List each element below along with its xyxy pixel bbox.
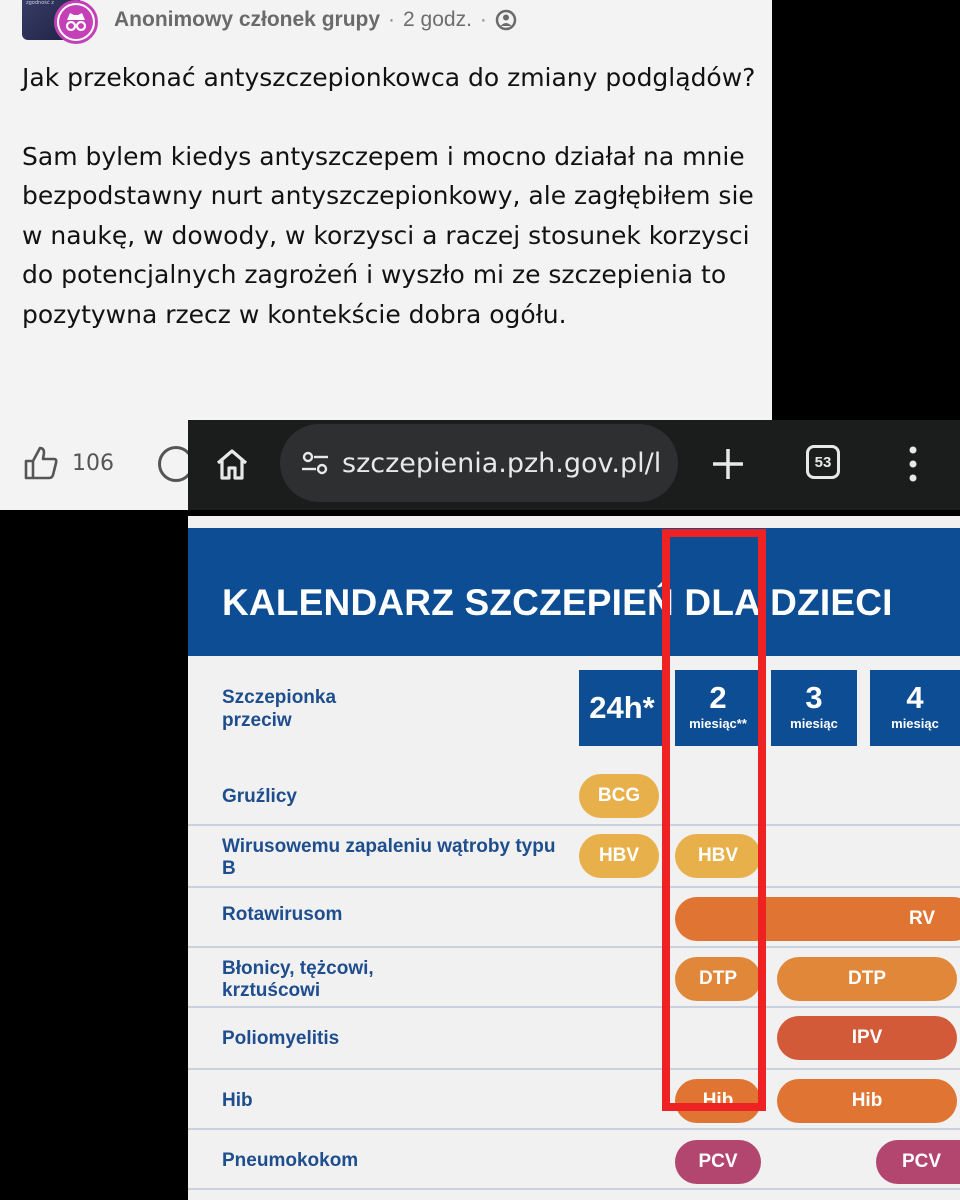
age-unit: miesiąc <box>891 716 939 731</box>
vaccine-pill-dtp-3m: DTP <box>777 957 957 1001</box>
browser-screenshot: szczepienia.pzh.gov.pl/l 53 KALENDARZ SZ… <box>188 420 960 1200</box>
red-highlight-box <box>662 529 766 1111</box>
group-thumbnail-text: zgodność z <box>26 0 54 6</box>
age-column-24h: 24h* <box>579 670 665 746</box>
plus-icon[interactable] <box>708 444 748 484</box>
row-divider <box>188 946 960 948</box>
vaccine-pill-pcv-4m: PCV <box>876 1140 960 1184</box>
row-divider <box>188 1128 960 1130</box>
column-header-label: Szczepionka przeciw <box>222 687 337 731</box>
post-text: Jak przekonać antyszczepionkowca do zmia… <box>22 58 762 373</box>
row-label-polio: Poliomyelitis <box>222 1028 340 1049</box>
separator-dot: · <box>479 8 487 31</box>
thumbs-up-icon <box>24 446 58 480</box>
row-label-hbv: Wirusowemu zapaleniu wątroby typu B <box>222 836 556 879</box>
vaccine-pill-bcg: BCG <box>579 774 659 818</box>
row-divider <box>188 1006 960 1008</box>
age-number: 24h* <box>589 690 655 725</box>
row-label-dtp: Błonicy, tężcowi, krztuścowi <box>222 958 374 1001</box>
vaccine-pill-hib-3m: Hib <box>777 1079 957 1123</box>
row-divider <box>188 1188 960 1190</box>
address-bar[interactable]: szczepienia.pzh.gov.pl/l <box>280 424 678 502</box>
post-header: Anonimowy członek grupy · 2 godz. · <box>114 8 517 32</box>
anonymous-avatar[interactable] <box>54 0 98 44</box>
age-unit: miesiąc <box>790 716 838 731</box>
like-count: 106 <box>72 450 114 476</box>
url-text[interactable]: szczepienia.pzh.gov.pl/l <box>342 448 662 479</box>
globe-icon[interactable] <box>495 9 517 31</box>
like-button[interactable]: 106 <box>22 444 114 482</box>
vaccine-pill-pcv-2m: PCV <box>675 1140 761 1184</box>
calendar-title: KALENDARZ SZCZEPIEŃ DLA DZIECI <box>222 582 893 623</box>
post-author[interactable]: Anonimowy członek grupy <box>114 8 380 32</box>
row-label-hib: Hib <box>222 1090 253 1111</box>
row-divider <box>188 824 960 826</box>
age-number: 3 <box>805 680 823 715</box>
separator-dot: · <box>388 8 396 31</box>
vaccine-pill-hbv-24h: HBV <box>579 834 659 878</box>
row-label-rotawirusom: Rotawirusom <box>222 904 343 925</box>
row-label-gruzlicy: Gruźlicy <box>222 786 297 807</box>
post-body-text: Sam bylem kiedys antyszczepem i mocno dz… <box>22 141 754 329</box>
tabs-icon[interactable]: 53 <box>806 445 840 479</box>
more-vert-icon[interactable] <box>902 444 924 484</box>
browser-toolbar: szczepienia.pzh.gov.pl/l 53 <box>188 420 960 510</box>
row-divider <box>188 886 960 888</box>
age-column-3: 3 miesiąc <box>771 670 857 746</box>
tab-count: 53 <box>814 453 832 471</box>
site-settings-icon[interactable] <box>300 449 330 477</box>
incognito-icon <box>59 5 93 39</box>
age-number: 4 <box>906 680 924 715</box>
home-icon[interactable] <box>214 446 250 482</box>
vaccine-pill-ipv: IPV <box>777 1016 957 1060</box>
age-column-4: 4 miesiąc <box>870 670 960 746</box>
post-time[interactable]: 2 godz. <box>403 8 472 32</box>
row-label-pneumokokom: Pneumokokom <box>222 1150 359 1171</box>
web-page: KALENDARZ SZCZEPIEŃ DLA DZIECI Szczepion… <box>188 516 960 1200</box>
row-divider <box>188 1068 960 1070</box>
calendar-banner: KALENDARZ SZCZEPIEŃ DLA DZIECI <box>188 528 960 656</box>
post-title-text: Jak przekonać antyszczepionkowca do zmia… <box>22 63 756 92</box>
